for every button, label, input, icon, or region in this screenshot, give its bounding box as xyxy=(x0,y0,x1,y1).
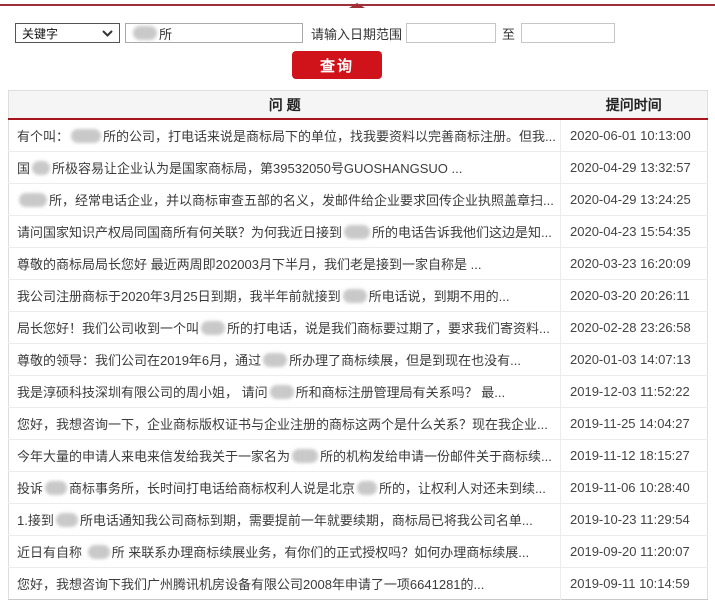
time-cell: 2019-09-20 11:20:07 xyxy=(560,535,708,568)
table-row: 今年大量的申请人来电来信发给我关于一家名为 所的机构发给申请一份邮件关于商标续..… xyxy=(8,439,708,472)
date-to-input[interactable] xyxy=(521,23,616,43)
time-cell: 2019-11-12 18:15:27 xyxy=(560,439,708,472)
question-cell[interactable]: 您好，我想咨询一下，企业商标版权证书与企业注册的商标这两个是什么关系？现在我企业… xyxy=(8,407,561,440)
table-row: 局长您好！我们公司收到一个叫 所的打电话，说是我们商标要过期了，要求我们寄资料..… xyxy=(8,311,708,344)
table-row: 所，经常电话企业，并以商标审查五部的名义，发邮件给企业要求回传企业执照盖章扫..… xyxy=(8,183,708,216)
question-cell[interactable]: 尊敬的领导：我们公司在2019年6月，通过 所办理了商标续展，但是到现在也没有..… xyxy=(8,343,561,376)
time-cell: 2020-04-23 15:54:35 xyxy=(560,215,708,248)
question-cell[interactable]: 国所极容易让企业认为是国家商标局，第39532050号GUOSHANGSUO .… xyxy=(8,151,561,184)
table-row: 近日有自称 所 来联系办理商标续展业务，有你们的正式授权吗？如何办理商标续展..… xyxy=(8,535,708,568)
redacted-text xyxy=(292,449,319,463)
question-cell[interactable]: 有个叫： 所的公司，打电话来说是商标局下的单位，找我要资料以完善商标注册。但我..… xyxy=(8,119,561,152)
time-cell: 2019-11-25 14:04:27 xyxy=(560,407,708,440)
table-row: 您好，我想咨询下我们广州腾讯机房设备有限公司2008年申请了一项6641281的… xyxy=(8,567,708,600)
keyword-type-select[interactable]: 关键字 xyxy=(15,23,120,43)
question-table-body: 有个叫： 所的公司，打电话来说是商标局下的单位，找我要资料以完善商标注册。但我..… xyxy=(8,119,708,600)
date-to-label: 至 xyxy=(502,26,516,42)
redacted-text xyxy=(87,545,110,559)
table-row: 投诉 商标事务所，长时间打电话给商标权利人说是北京 所的，让权利人对还未到续... … xyxy=(8,471,708,504)
question-cell[interactable]: 今年大量的申请人来电来信发给我关于一家名为 所的机构发给申请一份邮件关于商标续..… xyxy=(8,439,561,472)
table-row: 我公司注册商标于2020年3月25日到期，我半年前就接到 所电话说，到期不用的..… xyxy=(8,279,708,312)
chevron-down-icon xyxy=(102,26,113,40)
question-cell[interactable]: 局长您好！我们公司收到一个叫 所的打电话，说是我们商标要过期了，要求我们寄资料..… xyxy=(8,311,561,344)
redacted-text xyxy=(32,161,51,175)
time-cell: 2019-11-06 10:28:40 xyxy=(560,471,708,504)
redacted-text xyxy=(357,481,378,495)
time-cell: 2020-02-28 23:26:58 xyxy=(560,311,708,344)
question-cell[interactable]: 尊敬的商标局局长您好 最近两周即202003月下半月，我们老是接到一家自称是 .… xyxy=(8,247,561,280)
tab-indicator-triangle xyxy=(349,3,365,8)
time-cell: 2020-01-03 14:07:13 xyxy=(560,343,708,376)
top-accent-line xyxy=(0,3,715,8)
question-cell[interactable]: 我是淳硕科技深圳有限公司的周小姐， 请问 所和商标注册管理局有关系吗？ 最... xyxy=(8,375,561,408)
time-cell: 2020-03-20 20:26:11 xyxy=(560,279,708,312)
redacted-text xyxy=(342,289,367,303)
time-cell: 2020-06-01 10:13:00 xyxy=(570,128,691,143)
redacted-text xyxy=(19,193,47,207)
table-row: 1.接到 所电话通知我公司商标到期，需要提前一年就要续期，商标局已将我公司名单..… xyxy=(8,503,708,536)
time-cell: 2019-12-03 11:52:22 xyxy=(560,375,708,408)
date-from-input[interactable] xyxy=(406,23,497,43)
question-cell[interactable]: 所，经常电话企业，并以商标审查五部的名义，发邮件给企业要求回传企业执照盖章扫..… xyxy=(8,183,561,216)
redacted-text xyxy=(269,385,294,399)
table-row: 尊敬的领导：我们公司在2019年6月，通过 所办理了商标续展，但是到现在也没有..… xyxy=(8,343,708,376)
question-table: 问 题 提问时间 有个叫： 所的公司，打电话来说是商标局下的单位，找我要资料以完善… xyxy=(8,90,708,600)
keyword-type-select-value: 关键字 xyxy=(22,26,59,41)
search-button[interactable]: 查询 xyxy=(292,51,382,79)
question-cell[interactable]: 请问国家知识产权局同国商所有何关联？为何我近日接到 所的电话告诉我他们这边是知..… xyxy=(8,215,561,248)
time-cell: 2020-04-29 13:32:57 xyxy=(560,151,708,184)
redacted-text xyxy=(133,26,157,40)
table-row: 有个叫： 所的公司，打电话来说是商标局下的单位，找我要资料以完善商标注册。但我..… xyxy=(8,119,708,152)
time-cell: 2019-09-11 10:14:59 xyxy=(560,567,708,600)
question-cell[interactable]: 投诉 商标事务所，长时间打电话给商标权利人说是北京 所的，让权利人对还未到续... xyxy=(8,471,561,504)
time-cell: 2020-03-23 16:20:09 xyxy=(560,247,708,280)
time-cell: 2019-10-23 11:29:54 xyxy=(560,503,708,536)
table-row: 国所极容易让企业认为是国家商标局，第39532050号GUOSHANGSUO .… xyxy=(8,151,708,184)
table-row: 请问国家知识产权局同国商所有何关联？为何我近日接到 所的电话告诉我他们这边是知..… xyxy=(8,215,708,248)
date-range-label: 请输入日期范围 xyxy=(311,26,403,42)
table-row: 您好，我想咨询一下，企业商标版权证书与企业注册的商标这两个是什么关系？现在我企业… xyxy=(8,407,708,440)
redacted-text xyxy=(55,513,78,527)
question-column-header: 问 题 xyxy=(8,90,561,120)
redacted-text xyxy=(201,321,226,335)
redacted-text xyxy=(71,129,102,143)
question-cell[interactable]: 您好，我想咨询下我们广州腾讯机房设备有限公司2008年申请了一项6641281的… xyxy=(8,567,561,600)
table-header-row: 问 题 提问时间 xyxy=(8,90,708,120)
keyword-input-value: 所 xyxy=(159,26,173,42)
question-cell[interactable]: 我公司注册商标于2020年3月25日到期，我半年前就接到 所电话说，到期不用的..… xyxy=(8,279,561,312)
keyword-input[interactable]: 所 xyxy=(125,23,303,43)
time-column-header: 提问时间 xyxy=(560,90,708,120)
time-cell: 2020-04-29 13:24:25 xyxy=(560,183,708,216)
redacted-text xyxy=(45,481,68,495)
redacted-text xyxy=(263,353,288,367)
table-row: 尊敬的商标局局长您好 最近两周即202003月下半月，我们老是接到一家自称是 .… xyxy=(8,247,708,280)
question-cell[interactable]: 近日有自称 所 来联系办理商标续展业务，有你们的正式授权吗？如何办理商标续展..… xyxy=(8,535,561,568)
redacted-text xyxy=(344,225,371,239)
question-cell[interactable]: 1.接到 所电话通知我公司商标到期，需要提前一年就要续期，商标局已将我公司名单..… xyxy=(8,503,561,536)
table-row: 我是淳硕科技深圳有限公司的周小姐， 请问 所和商标注册管理局有关系吗？ 最... … xyxy=(8,375,708,408)
search-form: 关键字 所 请输入日期范围 至 xyxy=(0,22,715,44)
